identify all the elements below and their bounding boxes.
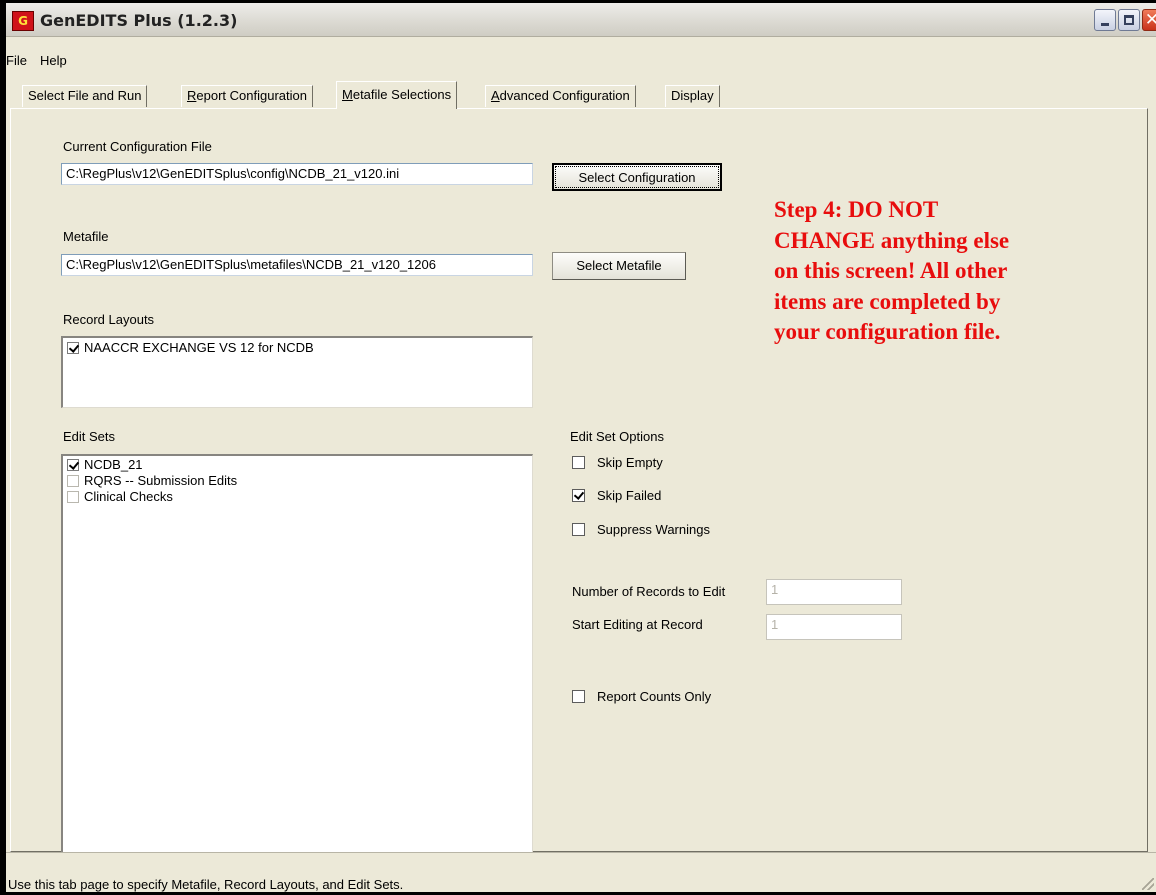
- checkbox[interactable]: [67, 459, 79, 471]
- tab-accelerator: R: [187, 88, 197, 103]
- tab-label: etafile Selections: [352, 87, 452, 102]
- list-item[interactable]: NCDB_21: [67, 457, 143, 473]
- checkbox[interactable]: [67, 342, 79, 354]
- checkbox-label: Skip Empty: [597, 455, 663, 470]
- checkbox[interactable]: [67, 491, 79, 503]
- tab-label: Select File and Run: [28, 88, 142, 103]
- close-button[interactable]: ✕: [1142, 9, 1156, 31]
- tab-accelerator: M: [342, 87, 353, 102]
- number-of-records-label: Number of Records to Edit: [572, 584, 726, 599]
- client-area: File Help Select File and Run Report Con…: [6, 37, 1156, 893]
- close-icon: ✕: [1144, 10, 1156, 30]
- suppress-warnings-checkbox[interactable]: Suppress Warnings: [572, 522, 710, 538]
- edit-sets-label: Edit Sets: [63, 429, 116, 444]
- list-item[interactable]: NAACCR EXCHANGE VS 12 for NCDB: [67, 340, 314, 356]
- app-icon[interactable]: G: [12, 11, 34, 31]
- checkbox-label: Skip Failed: [597, 488, 662, 503]
- menu-help[interactable]: Help: [40, 53, 67, 68]
- list-item-label: NCDB_21: [84, 457, 143, 472]
- tab-advanced-configuration[interactable]: Advanced Configuration: [485, 85, 636, 107]
- instruction-note: Step 4: DO NOT CHANGE anything else on t…: [774, 195, 1114, 348]
- note-line: Step 4: DO NOT: [774, 197, 939, 222]
- list-item-label: RQRS -- Submission Edits: [84, 473, 238, 488]
- checkbox[interactable]: [67, 475, 79, 487]
- resize-grip-icon[interactable]: [1142, 878, 1154, 890]
- record-layouts-list[interactable]: NAACCR EXCHANGE VS 12 for NCDB: [61, 336, 533, 408]
- metafile-label: Metafile: [63, 229, 109, 244]
- list-item-label: Clinical Checks: [84, 489, 173, 504]
- note-line: your configuration file.: [774, 319, 1001, 344]
- select-metafile-button[interactable]: Select Metafile: [552, 252, 686, 280]
- tab-report-configuration[interactable]: Report Configuration: [181, 85, 313, 107]
- list-item-label: NAACCR EXCHANGE VS 12 for NCDB: [84, 340, 314, 355]
- status-bar: Use this tab page to specify Metafile, R…: [6, 852, 1156, 893]
- checkbox[interactable]: [572, 690, 585, 703]
- select-configuration-button[interactable]: Select Configuration: [552, 163, 722, 191]
- checkbox[interactable]: [572, 489, 585, 502]
- status-text: Use this tab page to specify Metafile, R…: [8, 877, 404, 892]
- tab-display[interactable]: Display: [665, 85, 720, 107]
- window-title: GenEDITS Plus (1.2.3): [40, 11, 238, 30]
- list-item[interactable]: RQRS -- Submission Edits: [67, 473, 237, 489]
- record-layouts-label: Record Layouts: [63, 312, 155, 327]
- checkbox[interactable]: [572, 523, 585, 536]
- skip-failed-checkbox[interactable]: Skip Failed: [572, 488, 661, 504]
- minimize-button[interactable]: [1094, 9, 1116, 31]
- note-line: items are completed by: [774, 288, 1001, 314]
- note-line: on this screen! All other: [774, 258, 1008, 283]
- tab-metafile-selections[interactable]: Metafile Selections: [336, 81, 458, 109]
- maximize-icon: [1124, 15, 1134, 25]
- menu-file[interactable]: File: [6, 53, 27, 68]
- tab-label: dvanced Configuration: [499, 88, 630, 103]
- checkbox-label: Suppress Warnings: [597, 522, 710, 537]
- report-counts-only-checkbox[interactable]: Report Counts Only: [572, 689, 711, 705]
- title-bar[interactable]: G GenEDITS Plus (1.2.3) ✕: [6, 3, 1156, 37]
- start-editing-label: Start Editing at Record: [572, 617, 703, 632]
- minimize-icon: [1101, 23, 1109, 26]
- maximize-button[interactable]: [1118, 9, 1140, 31]
- tab-accelerator: A: [491, 88, 500, 103]
- metafile-field[interactable]: C:\RegPlus\v12\GenEDITSplus\metafiles\NC…: [61, 254, 533, 276]
- checkbox[interactable]: [572, 456, 585, 469]
- start-editing-field[interactable]: 1: [766, 614, 902, 640]
- tab-label: eport Configuration: [196, 88, 307, 103]
- tab-select-file-and-run[interactable]: Select File and Run: [22, 85, 148, 107]
- skip-empty-checkbox[interactable]: Skip Empty: [572, 455, 663, 471]
- menu-bar: File Help: [6, 37, 1156, 68]
- config-file-field[interactable]: C:\RegPlus\v12\GenEDITSplus\config\NCDB_…: [61, 163, 533, 185]
- config-file-label: Current Configuration File: [63, 139, 212, 154]
- list-item[interactable]: Clinical Checks: [67, 489, 173, 505]
- tab-label: Display: [671, 88, 714, 103]
- checkbox-label: Report Counts Only: [597, 689, 712, 704]
- edit-sets-list[interactable]: NCDB_21 RQRS -- Submission Edits Clinica…: [61, 454, 533, 854]
- application-window: G GenEDITS Plus (1.2.3) ✕ File Help Sele…: [0, 0, 1156, 895]
- number-of-records-field[interactable]: 1: [766, 579, 902, 605]
- note-line: CHANGE anything else: [774, 227, 1010, 253]
- edit-set-options-label: Edit Set Options: [570, 429, 664, 444]
